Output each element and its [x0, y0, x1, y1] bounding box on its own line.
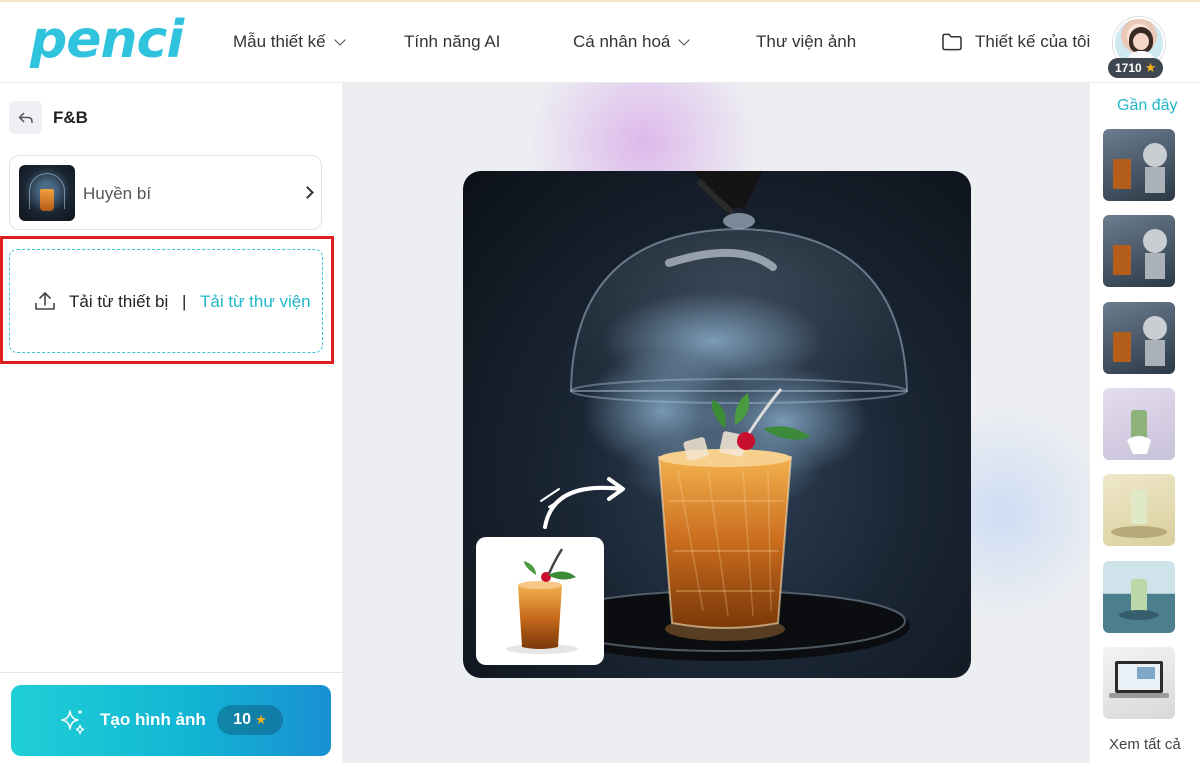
star-icon: ★	[255, 712, 267, 727]
recent-thumbnail[interactable]	[1103, 302, 1175, 374]
recent-thumbnail[interactable]	[1103, 561, 1175, 633]
style-thumbnail	[19, 165, 75, 221]
panel-title: F&B	[53, 108, 88, 127]
left-panel: F&B Huyền bí Tải từ thiết bị | Tải từ th…	[0, 83, 343, 763]
nav-personalize-label: Cá nhân hoá	[573, 32, 671, 51]
penci-logo[interactable]: penci	[30, 10, 184, 70]
upload-separator: |	[182, 292, 187, 311]
upload-dropzone[interactable]: Tải từ thiết bị | Tải từ thư viện	[9, 249, 323, 353]
nav-design-templates-label: Mẫu thiết kế	[233, 32, 326, 51]
credit-badge: 1710 ★	[1108, 58, 1164, 78]
create-image-label: Tạo hình ảnh	[100, 710, 206, 729]
nav-photo-library-label: Thư viện ảnh	[756, 32, 857, 51]
canvas-area	[343, 83, 1090, 763]
my-designs-link[interactable]: Thiết kế của tôi	[941, 32, 1090, 52]
folder-icon	[942, 33, 962, 51]
recent-thumbnail[interactable]	[1103, 215, 1175, 287]
upload-from-device-link[interactable]: Tải từ thiết bị	[69, 292, 168, 312]
input-sample-image	[476, 537, 604, 665]
credit-count: 1710	[1115, 61, 1142, 75]
recent-thumbnail[interactable]	[1103, 388, 1175, 460]
nav-ai-features[interactable]: Tính năng AI	[404, 32, 500, 52]
nav-design-templates[interactable]: Mẫu thiết kế	[233, 32, 346, 52]
chevron-right-icon	[301, 186, 314, 199]
star-icon: ★	[1144, 60, 1157, 75]
back-button[interactable]	[9, 101, 42, 134]
recent-thumbnail[interactable]	[1103, 129, 1175, 201]
cost-value: 10	[233, 711, 252, 728]
upload-icon[interactable]	[34, 290, 56, 312]
nav-ai-features-label: Tính năng AI	[404, 32, 501, 51]
sample-preview-image	[463, 171, 971, 678]
recent-panel: Gần đây Xem tất cả	[1090, 83, 1200, 763]
nav-personalize[interactable]: Cá nhân hoá	[573, 32, 691, 52]
left-footer: Tạo hình ảnh 10 ★	[0, 672, 343, 763]
top-navbar: penci Mẫu thiết kế Tính năng AI Cá nhân …	[0, 0, 1200, 83]
style-selector[interactable]: Huyền bí	[9, 155, 322, 230]
my-designs-label: Thiết kế của tôi	[975, 32, 1091, 51]
see-all-link[interactable]: Xem tất cả	[1109, 736, 1181, 753]
cost-badge: 10 ★	[217, 705, 283, 735]
back-arrow-icon	[18, 111, 33, 123]
nav-photo-library[interactable]: Thư viện ảnh	[756, 32, 856, 52]
upload-from-library-link[interactable]: Tải từ thư viện	[200, 292, 311, 312]
recent-thumbnail[interactable]	[1103, 474, 1175, 546]
chevron-down-icon	[333, 34, 346, 46]
chevron-down-icon	[678, 34, 691, 46]
recent-title: Gần đây	[1117, 97, 1178, 114]
sparkle-icon	[61, 710, 85, 735]
recent-thumbnail[interactable]	[1103, 647, 1175, 719]
create-image-button[interactable]: Tạo hình ảnh 10 ★	[11, 685, 331, 756]
style-label: Huyền bí	[83, 184, 152, 203]
